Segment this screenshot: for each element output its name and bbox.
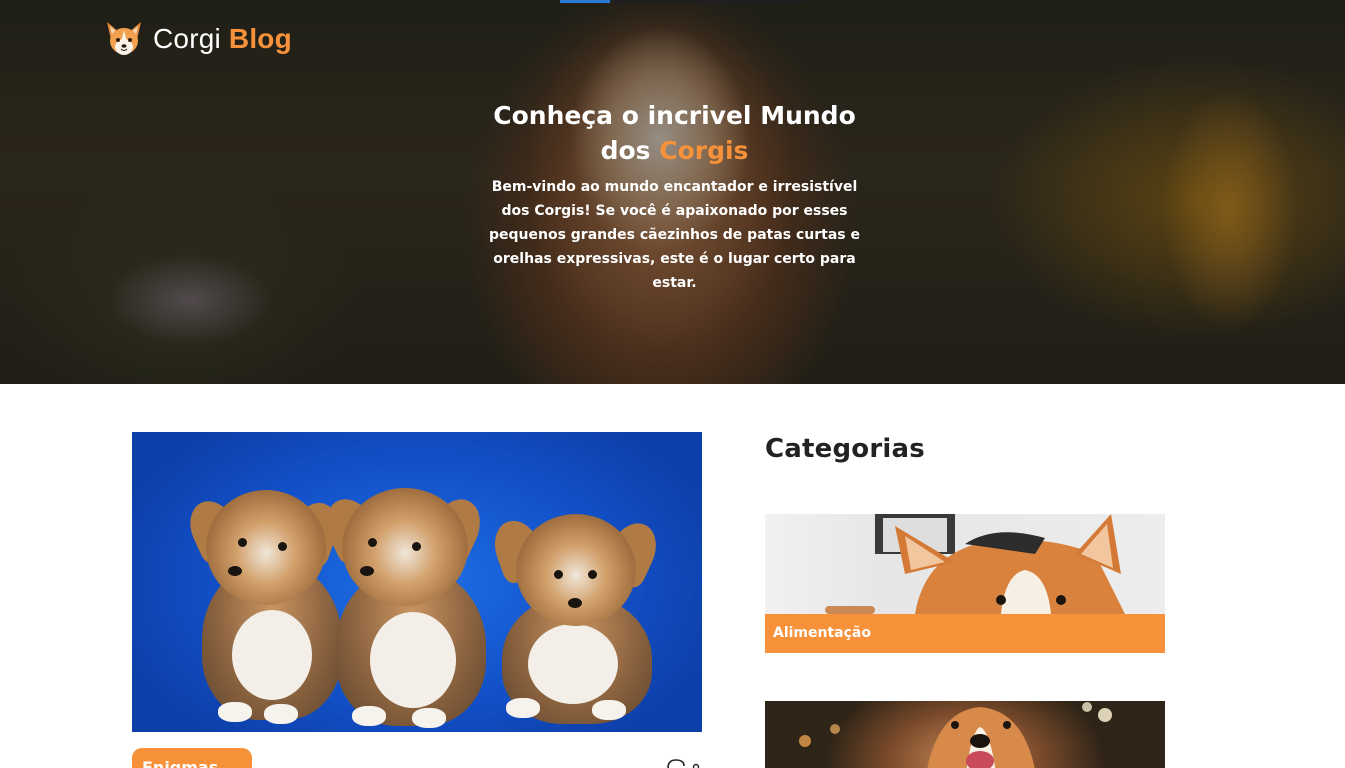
puppy-2-eye-left: [368, 538, 377, 547]
puppy-2-nose: [360, 566, 374, 576]
puppy-2-chest: [370, 612, 456, 708]
puppy-1-paw-right: [264, 704, 298, 724]
category-image-alimentacao-art: [825, 514, 1125, 614]
puppy-3-eye-right: [588, 570, 597, 579]
puppy-3: [487, 514, 666, 732]
top-nav-strip: [560, 0, 805, 3]
hero-title-accent: Corgis: [659, 136, 749, 165]
puppy-2: [317, 484, 494, 732]
puppy-1-face: [206, 490, 326, 605]
puppy-1-eye-left: [238, 538, 247, 547]
categories-title: Categorias: [765, 434, 925, 464]
hero-title: Conheça o incrivel Mundo dos Corgis: [472, 98, 877, 168]
puppy-2-face: [342, 488, 468, 606]
hero-description: Bem-vindo ao mundo encantador e irresist…: [488, 179, 861, 291]
puppy-3-paw-left: [506, 698, 540, 718]
hero-banner: Corgi Blog Conheça o incrivel Mundo dos …: [0, 0, 1345, 384]
hero-title-line2-prefix: dos: [600, 136, 651, 165]
category-image-2: [765, 701, 1165, 768]
puppy-1-eye-right: [278, 542, 287, 551]
puppy-1-paw-left: [218, 702, 252, 722]
puppy-1-nose: [228, 566, 242, 576]
hero-title-line1: Conheça o incrivel Mundo: [493, 101, 856, 130]
category-image-alimentacao: [765, 514, 1165, 614]
comment-icon[interactable]: [664, 758, 704, 768]
post-image-corgi-puppies[interactable]: [132, 432, 702, 732]
category-card-2[interactable]: [765, 701, 1165, 768]
puppy-3-eye-left: [554, 570, 563, 579]
logo-text: Corgi Blog: [153, 23, 292, 55]
puppy-3-face: [516, 514, 636, 626]
puppy-3-nose: [568, 598, 582, 608]
category-label: Alimentação: [765, 614, 1165, 653]
category-card-alimentacao[interactable]: Alimentação: [765, 514, 1165, 653]
puppy-1-chest: [232, 610, 312, 700]
logo-text-accent: Blog: [228, 23, 292, 54]
puppy-3-paw-right: [592, 700, 626, 720]
corgi-face-icon: [107, 22, 141, 55]
puppy-2-paw-left: [352, 706, 386, 726]
post-tag-button[interactable]: Enigmas: [132, 748, 252, 768]
top-nav-strip-accent: [560, 0, 610, 3]
site-logo[interactable]: Corgi Blog: [104, 20, 292, 58]
puppy-3-chest: [528, 624, 618, 704]
puppy-2-paw-right: [412, 708, 446, 728]
logo-text-main: Corgi: [153, 23, 221, 54]
puppy-2-eye-right: [412, 542, 421, 551]
category-image-2-art: [799, 702, 1112, 768]
